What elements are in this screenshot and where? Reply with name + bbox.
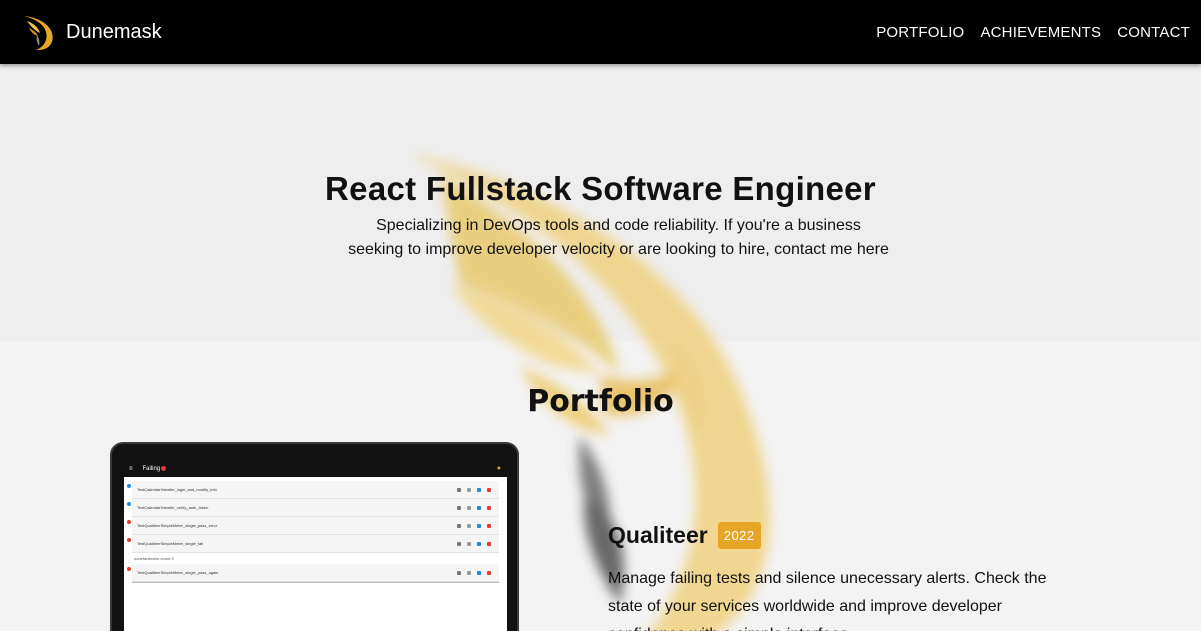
- brand-name: Dunemask: [66, 20, 162, 43]
- status-dot-icon: [127, 484, 131, 488]
- device-screen: ≡ Failing ● TestCalendarHandler_login_an…: [124, 460, 507, 631]
- status-dot-icon: [127, 520, 131, 524]
- notification-badge-icon: [161, 466, 167, 471]
- row-actions: [451, 570, 491, 575]
- hamburger-icon: ≡: [129, 465, 133, 472]
- project-name: Qualiteer: [608, 522, 708, 548]
- test-name: TestCalendarHandler_login_and_modify_inf…: [137, 487, 217, 492]
- row-actions: [451, 523, 491, 528]
- app-title: Failing: [142, 465, 161, 472]
- test-name: TestQualiteerSimpleMeter_single_pass_aga…: [137, 570, 219, 575]
- nav-link-achievements[interactable]: ACHIEVEMENTS: [980, 24, 1101, 41]
- row-actions: [451, 505, 491, 510]
- project-description: Manage failing tests and silence unecess…: [608, 570, 1047, 631]
- phoenix-logo-icon: [24, 16, 53, 50]
- status-dot-icon: [127, 538, 131, 542]
- row-actions: [451, 487, 491, 492]
- portfolio-title: Portfolio: [527, 384, 674, 419]
- test-name: TestQualiteerSimpleMeter_single_fail: [137, 541, 204, 546]
- status-dot-icon: [127, 502, 131, 506]
- hero-title: React Fullstack Software Engineer: [325, 170, 876, 207]
- nav-links: PORTFOLIO ACHIEVEMENTS CONTACT: [860, 24, 1190, 41]
- status-dot-icon: [127, 567, 131, 571]
- project-screenshot-device: ≡ Failing ● TestCalendarHandler_login_an…: [110, 442, 519, 631]
- project-header: Qualiteer 2022: [608, 522, 1078, 549]
- test-note: nonefaulted/nt count 3: [134, 556, 174, 561]
- project-card: Qualiteer 2022 Manage failing tests and …: [608, 522, 1078, 631]
- test-row: TestQualiteerSimpleMeter_single_pass_aga…: [127, 564, 499, 582]
- list-divider: [132, 582, 499, 583]
- test-name: TestCalendarHandler_verify_auth_token: [137, 505, 209, 510]
- app-bar: ≡ Failing ●: [124, 460, 507, 477]
- hero-section: React Fullstack Software Engineer Specia…: [0, 170, 1201, 262]
- top-navbar: Dunemask PORTFOLIO ACHIEVEMENTS CONTACT: [0, 0, 1201, 64]
- app-logo-icon: ●: [496, 465, 501, 472]
- project-year-badge: 2022: [717, 522, 761, 549]
- row-actions: [451, 541, 491, 546]
- nav-link-portfolio[interactable]: PORTFOLIO: [876, 24, 964, 41]
- test-row: TestQualiteerSimpleMeter_single_pass_err…: [127, 517, 499, 535]
- test-row: TestCalendarHandler_verify_auth_token: [127, 499, 499, 517]
- test-row: TestQualiteerSimpleMeter_single_fail: [127, 535, 499, 553]
- nav-link-contact[interactable]: CONTACT: [1117, 24, 1190, 41]
- test-list: TestCalendarHandler_login_and_modify_inf…: [124, 477, 507, 582]
- test-row: TestCalendarHandler_login_and_modify_inf…: [127, 481, 499, 499]
- hero-subtitle: Specializing in DevOps tools and code re…: [348, 217, 889, 258]
- brand-link[interactable]: Dunemask: [18, 12, 162, 52]
- test-name: TestQualiteerSimpleMeter_single_pass_err…: [137, 523, 218, 528]
